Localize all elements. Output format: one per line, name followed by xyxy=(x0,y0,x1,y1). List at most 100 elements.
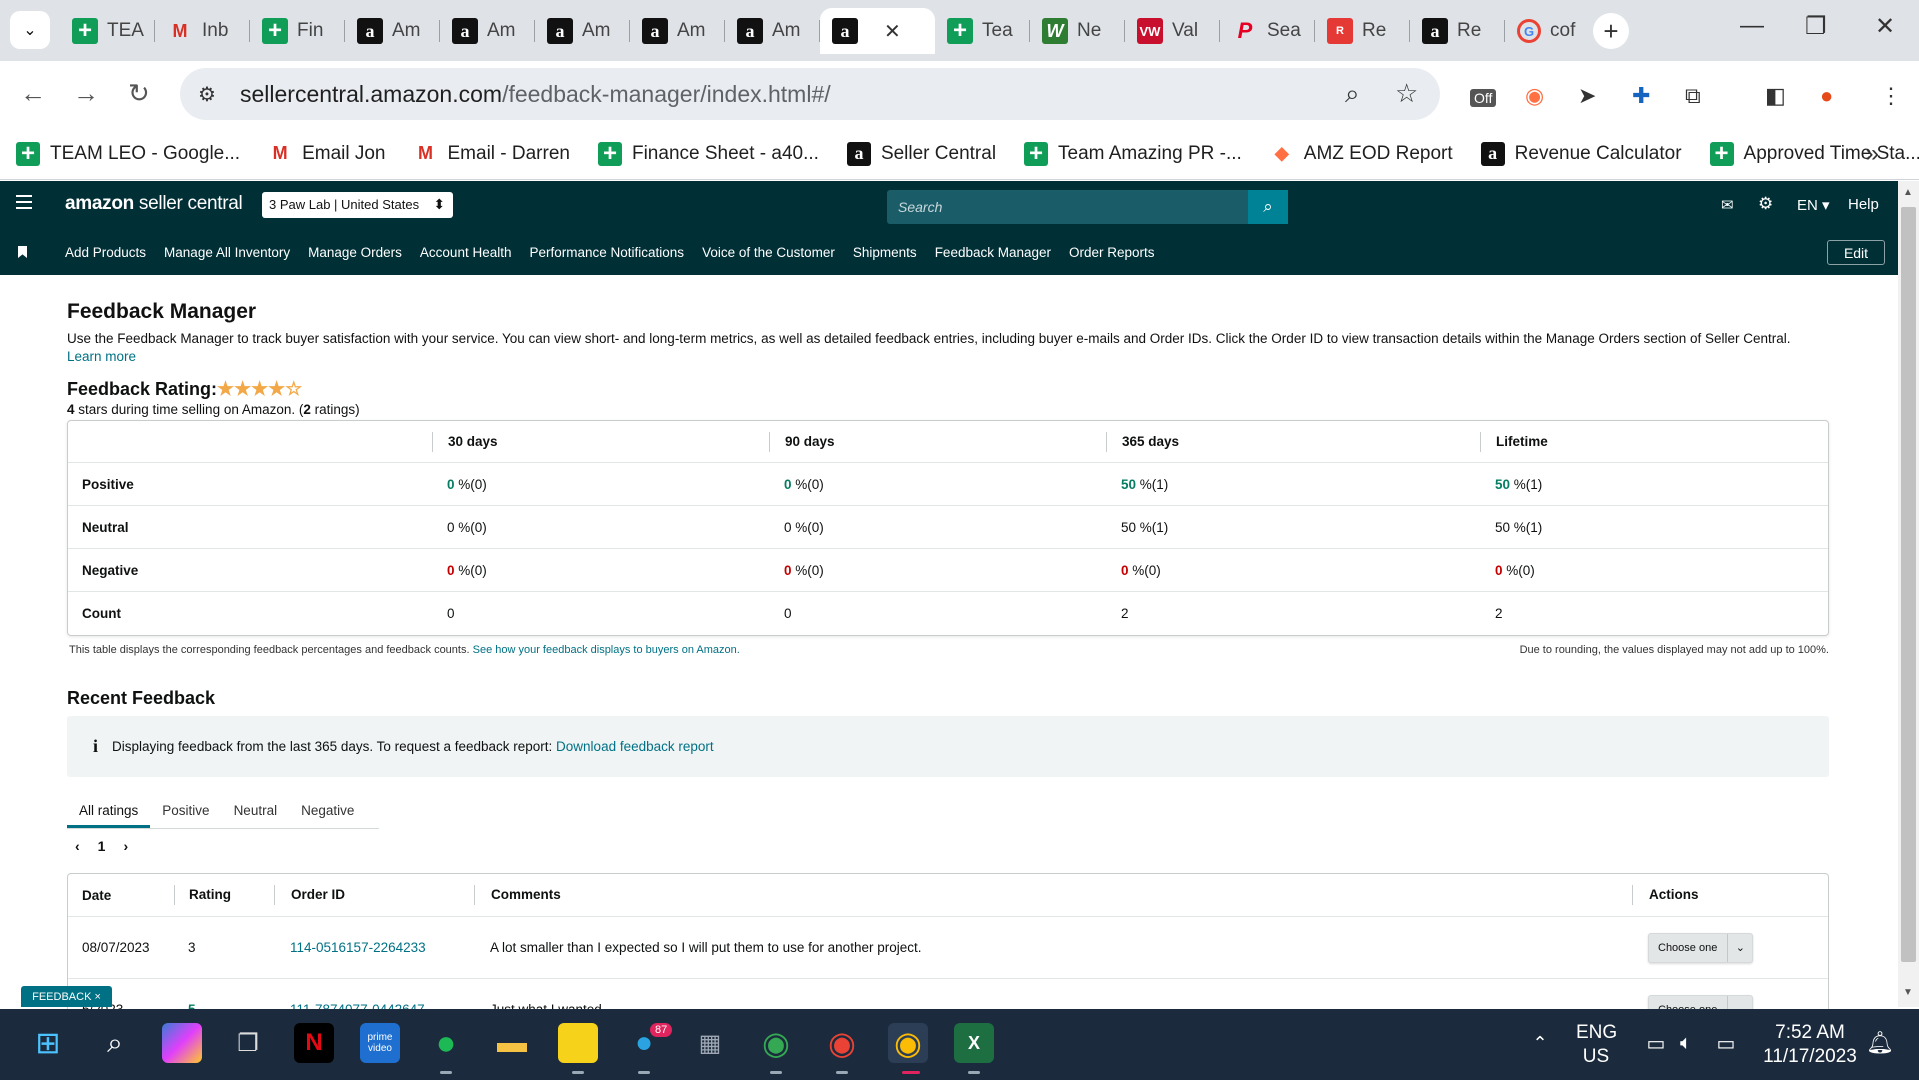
chevron-right-icon[interactable]: › xyxy=(123,838,128,854)
profile-avatar[interactable]: ● xyxy=(1820,83,1833,109)
browser-tab[interactable]: a Am xyxy=(440,8,535,54)
back-button[interactable]: ← xyxy=(20,78,46,109)
honey-extension-icon[interactable]: Off xyxy=(1470,89,1497,107)
page-number[interactable]: 1 xyxy=(98,838,106,854)
nav-link[interactable]: Voice of the Customer xyxy=(702,245,835,260)
new-tab-button[interactable]: + xyxy=(1593,13,1629,49)
bookmark-item[interactable]: M Email - Darren xyxy=(414,142,570,166)
search-button[interactable]: ⌕ xyxy=(1248,190,1288,224)
bookmark-star-icon[interactable]: ☆ xyxy=(1395,78,1418,109)
bookmark-item[interactable]: + TEAM LEO - Google... xyxy=(16,140,240,167)
browser-tab[interactable]: + Fin xyxy=(250,8,345,54)
browser-tab[interactable]: a Am xyxy=(535,8,630,54)
sticky-notes-icon[interactable] xyxy=(558,1023,598,1063)
side-panel-icon[interactable]: ◧ xyxy=(1765,83,1786,109)
language-selector[interactable]: EN ▾ xyxy=(1797,196,1830,214)
filter-tab[interactable]: Neutral xyxy=(222,796,290,828)
close-window-button[interactable]: ✕ xyxy=(1875,12,1895,41)
clock[interactable]: 7:52 AM 11/17/2023 xyxy=(1755,1021,1865,1069)
global-search-input[interactable]: Search xyxy=(887,190,1287,224)
volume-icon[interactable]: 🔈︎ xyxy=(1666,1023,1706,1063)
minimize-button[interactable]: — xyxy=(1740,12,1764,40)
filter-tab[interactable]: Positive xyxy=(150,796,221,828)
bookmark-item[interactable]: + Finance Sheet - a40... xyxy=(597,140,819,167)
scroll-down-arrow-icon[interactable]: ▼ xyxy=(1903,987,1913,998)
extension-icon[interactable]: ◉ xyxy=(1525,83,1544,109)
browser-tab[interactable]: Gcof xyxy=(1505,8,1600,54)
menu-kebab-icon[interactable]: ⋮ xyxy=(1880,83,1902,109)
filter-tab[interactable]: Negative xyxy=(289,796,366,828)
feedback-display-link[interactable]: See how your feedback displays to buyers… xyxy=(473,644,740,656)
forward-button[interactable]: → xyxy=(73,78,99,109)
file-explorer-icon[interactable]: ▬ xyxy=(492,1023,532,1063)
prime-video-icon[interactable]: prime video xyxy=(360,1023,400,1063)
browser-tab[interactable]: a Am xyxy=(630,8,725,54)
nav-link[interactable]: Manage All Inventory xyxy=(164,245,290,260)
bookmark-item[interactable]: a Seller Central xyxy=(846,141,996,166)
nav-link[interactable]: Account Health xyxy=(420,245,512,260)
nav-link[interactable]: Shipments xyxy=(853,245,917,260)
task-view-icon[interactable]: ❐ xyxy=(228,1023,268,1063)
netflix-icon[interactable]: N xyxy=(294,1023,334,1063)
browser-tab[interactable]: a Am xyxy=(345,8,440,54)
nav-link[interactable]: Performance Notifications xyxy=(529,245,684,260)
spotify-icon[interactable]: ● xyxy=(426,1023,466,1063)
chrome-profile-icon[interactable]: ◉ xyxy=(822,1023,862,1063)
download-feedback-report-link[interactable]: Download feedback report xyxy=(556,739,714,754)
restore-button[interactable]: ❐ xyxy=(1805,12,1827,41)
hamburger-menu-icon[interactable] xyxy=(16,195,32,213)
site-info-icon[interactable]: ⚙ xyxy=(198,82,216,107)
nav-link[interactable]: Manage Orders xyxy=(308,245,402,260)
browser-tab[interactable]: a Am xyxy=(725,8,820,54)
bookmarks-overflow-icon[interactable]: » xyxy=(1866,140,1879,168)
seller-central-logo[interactable]: amazon seller central xyxy=(65,193,243,215)
excel-icon[interactable]: X xyxy=(954,1023,994,1063)
browser-tab[interactable]: P Sea xyxy=(1220,8,1315,54)
account-switcher[interactable]: 3 Paw Lab | United States xyxy=(262,192,454,218)
chrome-active-icon[interactable]: ◉ xyxy=(888,1023,928,1063)
learn-more-link[interactable]: Learn more xyxy=(67,349,136,364)
notification-bell-icon[interactable]: 🔔︎ xyxy=(1860,1023,1900,1063)
browser-tab[interactable]: + TEA xyxy=(60,8,155,54)
order-id-link[interactable]: 114-0516157-2264233 xyxy=(290,940,426,955)
extension-arrow-icon[interactable]: ➤ xyxy=(1578,83,1596,109)
chrome-icon[interactable]: ◉ xyxy=(756,1023,796,1063)
browser-tab[interactable]: a Re xyxy=(1410,8,1505,54)
edit-nav-button[interactable]: Edit xyxy=(1827,240,1885,265)
feedback-widget-tab[interactable]: FEEDBACK × xyxy=(21,986,112,1007)
reload-button[interactable]: ↻ xyxy=(128,78,150,109)
browser-tab[interactable]: W Ne xyxy=(1030,8,1125,54)
bookmark-item[interactable]: ◆ AMZ EOD Report xyxy=(1270,142,1453,166)
calculator-icon[interactable]: ▦ xyxy=(690,1023,730,1063)
nav-link[interactable]: Feedback Manager xyxy=(935,245,1051,260)
input-language[interactable]: ENG US xyxy=(1576,1021,1617,1069)
browser-tab[interactable]: a ✕ xyxy=(820,8,935,54)
settings-gear-icon[interactable]: ⚙ xyxy=(1758,194,1773,214)
bookmark-item[interactable]: a Revenue Calculator xyxy=(1480,141,1682,166)
browser-tab[interactable]: + Tea xyxy=(935,8,1030,54)
bookmark-icon[interactable] xyxy=(18,246,27,258)
bookmark-item[interactable]: + Team Amazing PR -... xyxy=(1024,140,1242,167)
extension-plus-icon[interactable]: ✚ xyxy=(1632,83,1650,109)
close-tab-icon[interactable]: ✕ xyxy=(884,19,901,44)
tab-search-dropdown[interactable]: ⌄ xyxy=(10,11,50,49)
scroll-thumb[interactable] xyxy=(1901,207,1916,962)
actions-dropdown[interactable]: Choose one ⌄ xyxy=(1648,932,1754,963)
chevron-left-icon[interactable]: ‹ xyxy=(75,838,80,854)
windows-start-icon[interactable]: ⊞ xyxy=(28,1023,68,1063)
scroll-up-arrow-icon[interactable]: ▲ xyxy=(1903,187,1913,198)
help-link[interactable]: Help xyxy=(1848,196,1879,213)
bookmark-item[interactable]: + Approved Time Sta... xyxy=(1709,140,1919,167)
browser-tab[interactable]: M Inb xyxy=(155,8,250,54)
browser-tab[interactable]: R Re xyxy=(1315,8,1410,54)
copilot-icon[interactable] xyxy=(162,1023,202,1063)
browser-tab[interactable]: VW Val xyxy=(1125,8,1220,54)
address-bar[interactable]: ⚙ sellercentral.amazon.com/feedback-mana… xyxy=(180,68,1440,120)
filter-tab[interactable]: All ratings xyxy=(67,796,151,828)
nav-link[interactable]: Add Products xyxy=(65,245,146,260)
messages-icon[interactable]: ✉ xyxy=(1721,196,1734,214)
extensions-puzzle-icon[interactable]: ⧉ xyxy=(1685,83,1701,109)
battery-icon[interactable]: ▭ xyxy=(1706,1023,1746,1063)
bookmark-item[interactable]: M Email Jon xyxy=(268,142,386,166)
tray-chevron-up-icon[interactable]: ⌃ xyxy=(1520,1023,1560,1063)
